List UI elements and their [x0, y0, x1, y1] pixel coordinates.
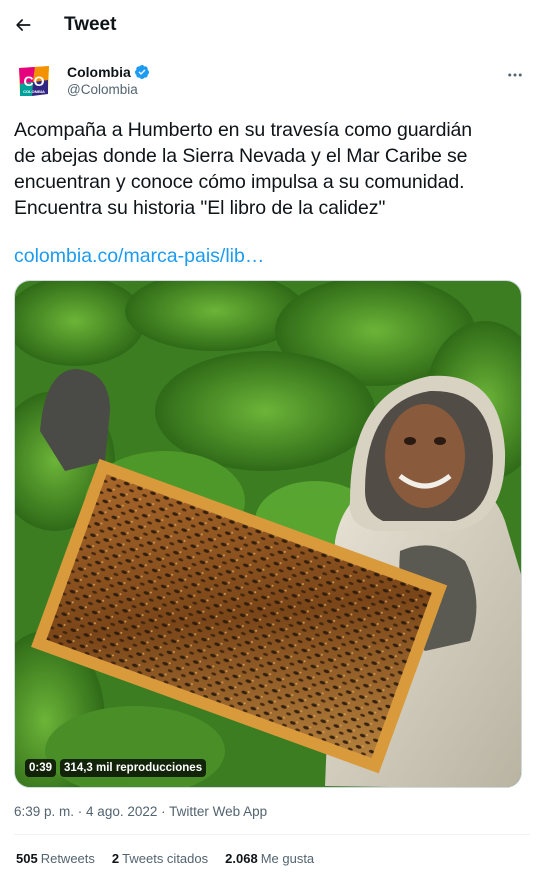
quote-tweets-label: Tweets citados: [122, 851, 209, 866]
author-handle[interactable]: @Colombia: [67, 81, 138, 99]
retweets-stat[interactable]: 505 Retweets: [16, 850, 95, 868]
beekeeper-video-thumbnail: [15, 281, 521, 787]
tweet-author: CO COLOMBIA Colombia @Colombia: [14, 58, 530, 104]
more-horizontal-icon: [508, 73, 522, 77]
tweet-text-line: de abejas donde la Sierra Nevada y el Ma…: [14, 145, 468, 167]
top-bar: Tweet: [0, 0, 544, 50]
meta-separator: ·: [157, 804, 170, 819]
retweets-count: 505: [16, 851, 38, 866]
tweet-link[interactable]: colombia.co/marca-pais/lib…: [14, 243, 264, 269]
more-options-button[interactable]: [500, 60, 530, 90]
tweet-date[interactable]: 4 ago. 2022: [86, 804, 157, 819]
tweet-metadata: 6:39 p. m. · 4 ago. 2022 · Twitter Web A…: [14, 803, 267, 821]
quote-tweets-count: 2: [111, 851, 120, 866]
meta-separator: ·: [74, 804, 87, 819]
video-view-count: 314,3 mil reproducciones: [60, 759, 207, 777]
tweet-source-app[interactable]: Twitter Web App: [169, 804, 267, 819]
verified-badge-icon: [134, 65, 149, 79]
page-title: Tweet: [64, 14, 117, 35]
tweet-text: Acompaña a Humberto en su travesía como …: [14, 117, 532, 221]
tweet-stats: 505 Retweets 2 Tweets citados 2.068 Me gust…: [16, 850, 314, 868]
quote-tweets-stat[interactable]: 2 Tweets citados: [112, 850, 208, 868]
avatar[interactable]: CO COLOMBIA: [14, 61, 54, 101]
retweets-label: Retweets: [40, 851, 95, 866]
colombia-logo-icon: CO COLOMBIA: [19, 66, 49, 96]
tweet-time[interactable]: 6:39 p. m.: [14, 804, 74, 819]
likes-count: 2.068: [225, 851, 258, 866]
arrow-left-icon: [16, 19, 31, 31]
back-button[interactable]: [6, 8, 40, 42]
author-name-row[interactable]: Colombia: [67, 63, 150, 81]
likes-label: Me gusta: [260, 851, 315, 866]
video-duration: 0:39: [25, 759, 57, 777]
video-badges: 0:39 314,3 mil reproducciones: [25, 759, 207, 777]
tweet-text-line: Encuentra su historia "El libro de la ca…: [14, 197, 386, 219]
svg-text:CO: CO: [24, 73, 45, 89]
likes-stat[interactable]: 2.068 Me gusta: [225, 850, 314, 868]
tweet-text-line: encuentran y conoce cómo impulsa a su co…: [14, 171, 465, 193]
author-name[interactable]: Colombia: [67, 63, 131, 81]
svg-text:COLOMBIA: COLOMBIA: [23, 89, 45, 94]
video-player[interactable]: 0:39 314,3 mil reproducciones: [14, 280, 522, 788]
divider: [14, 834, 530, 835]
tweet-text-line: Acompaña a Humberto en su travesía como …: [14, 119, 473, 141]
